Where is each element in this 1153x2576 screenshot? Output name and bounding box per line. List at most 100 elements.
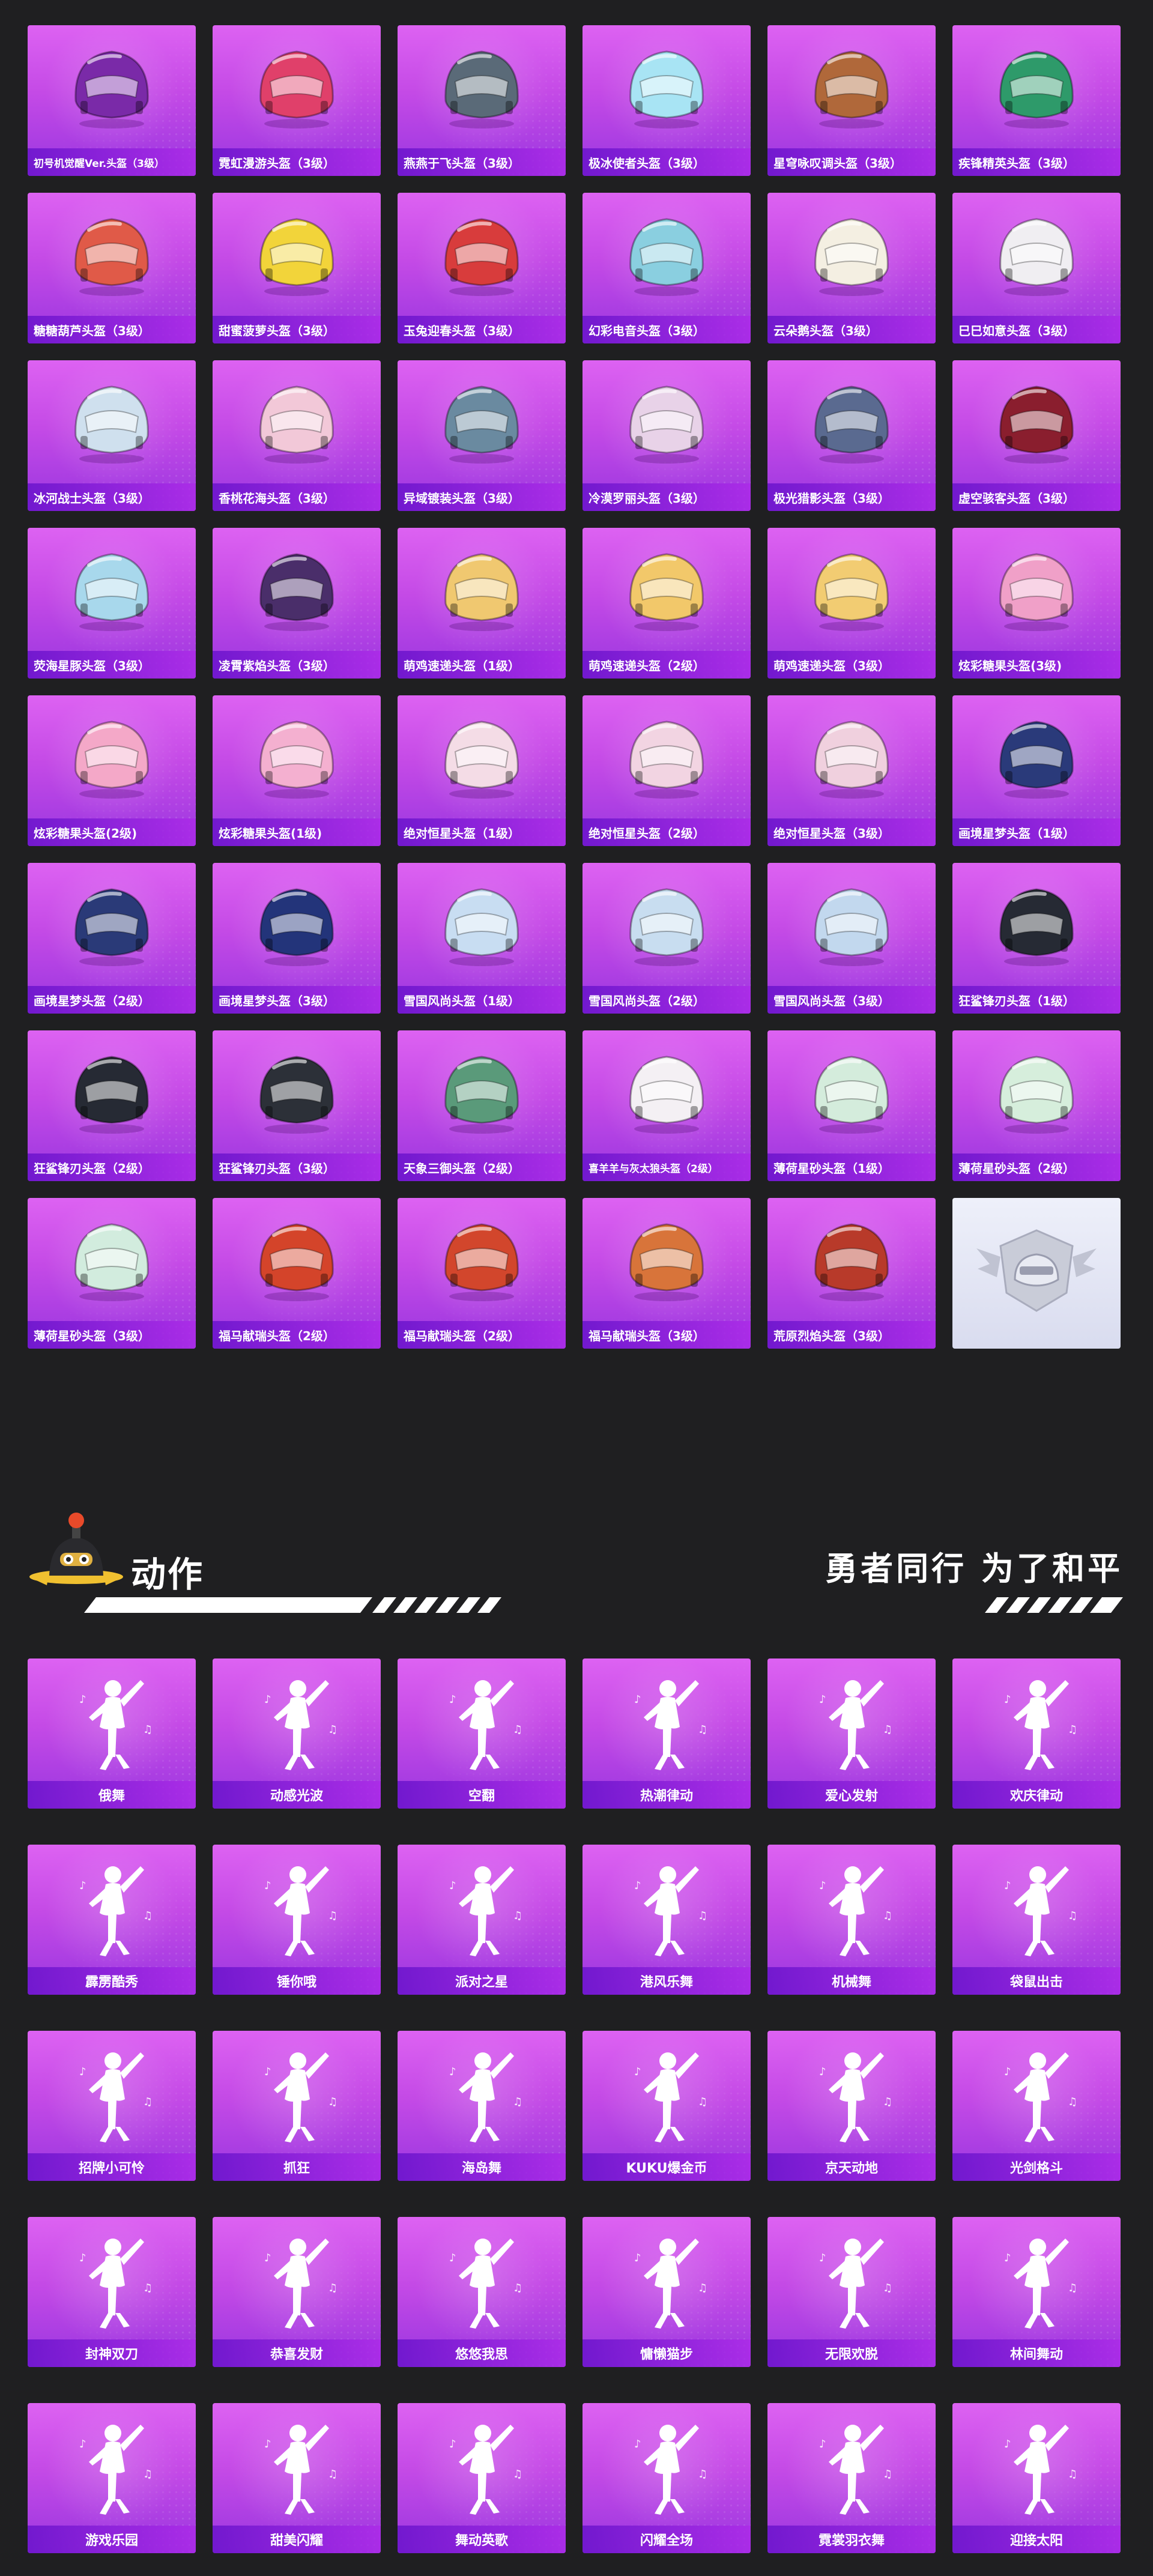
helmet-label: 星穹咏叹调头盔（3级） — [767, 148, 936, 176]
helmet-card[interactable]: 狂鲨锋刃头盔（2级） — [28, 1030, 196, 1181]
dancer-silhouette-icon: ♪♫ — [264, 1866, 337, 1956]
emote-card[interactable]: ♪ ♫ 热潮律动 — [583, 1658, 751, 1809]
helmet-card[interactable]: 雪国风尚头盔（3级） — [767, 863, 936, 1014]
helmet-card[interactable]: 疾锋精英头盔（3级） — [952, 25, 1121, 176]
helmet-label: 雪国风尚头盔（2级） — [583, 986, 751, 1014]
helmet-card[interactable]: 冷漠罗丽头盔（3级） — [583, 360, 751, 511]
helmet-card[interactable]: 炫彩糖果头盔(1级) — [213, 695, 381, 846]
emote-card[interactable]: ♪ ♫ 爱心发射 — [767, 1658, 936, 1809]
helmet-label: 虚空骇客头盔（3级） — [952, 483, 1121, 511]
helmet-label: 福马献瑞头盔（2级） — [398, 1321, 566, 1349]
emote-card[interactable]: ♪ ♫ 港风乐舞 — [583, 1845, 751, 1995]
helmet-card[interactable]: 福马献瑞头盔（2级） — [213, 1198, 381, 1349]
emote-card[interactable]: ♪ ♫ 迎接太阳 — [952, 2403, 1121, 2553]
helmet-card[interactable]: 星穹咏叹调头盔（3级） — [767, 25, 936, 176]
helmet-icon — [444, 50, 519, 128]
helmet-card[interactable]: 幻彩电音头盔（3级） — [583, 193, 751, 343]
helmet-label: 疾锋精英头盔（3级） — [952, 148, 1121, 176]
emote-card[interactable]: ♪ ♫ 派对之星 — [398, 1845, 566, 1995]
helmet-card[interactable]: 绝对恒星头盔（3级） — [767, 695, 936, 846]
helmet-card[interactable]: 天象三御头盔（2级） — [398, 1030, 566, 1181]
emote-card[interactable]: ♪ ♫ 抓狂 — [213, 2031, 381, 2181]
emote-card[interactable]: ♪ ♫ 俄舞 — [28, 1658, 196, 1809]
helmet-label: 萌鸡速递头盔（2级） — [583, 651, 751, 679]
emote-card[interactable]: ♪ ♫ KUKU爆金币 — [583, 2031, 751, 2181]
emote-card[interactable]: ♪ ♫ 林间舞动 — [952, 2217, 1121, 2367]
emote-card[interactable]: ♪ ♫ 光剑格斗 — [952, 2031, 1121, 2181]
emote-card[interactable]: ♪ ♫ 慵懒猫步 — [583, 2217, 751, 2367]
helmet-card[interactable]: 凌霄紫焰头盔（3级） — [213, 528, 381, 679]
svg-text:♪: ♪ — [634, 2252, 641, 2264]
helmet-card[interactable]: 福马献瑞头盔（2级） — [398, 1198, 566, 1349]
helmet-card[interactable]: 霓虹漫游头盔（3级） — [213, 25, 381, 176]
emote-card[interactable]: ♪ ♫ 甜美闪耀 — [213, 2403, 381, 2553]
helmet-card[interactable]: 狂鲨锋刃头盔（3级） — [213, 1030, 381, 1181]
helmet-card[interactable]: 异域镀装头盔（3级） — [398, 360, 566, 511]
dancer-silhouette-icon: ♪♫ — [264, 2425, 337, 2515]
helmet-card[interactable]: 荒原烈焰头盔（3级） — [767, 1198, 936, 1349]
helmet-card[interactable]: 萌鸡速递头盔（1级） — [398, 528, 566, 679]
helmet-card[interactable]: 香桃花海头盔（3级） — [213, 360, 381, 511]
helmet-card[interactable]: 云朵鹅头盔（3级） — [767, 193, 936, 343]
helmet-card[interactable]: 绝对恒星头盔（1级） — [398, 695, 566, 846]
helmet-card[interactable]: 萌鸡速递头盔（3级） — [767, 528, 936, 679]
svg-text:♫: ♫ — [883, 1909, 892, 1922]
helmet-card[interactable]: 玉兔迎春头盔（3级） — [398, 193, 566, 343]
emote-card[interactable]: ♪ ♫ 恭喜发财 — [213, 2217, 381, 2367]
helmet-label: 冰河战士头盔（3级） — [28, 483, 196, 511]
helmet-card[interactable]: 巳巳如意头盔（3级） — [952, 193, 1121, 343]
helmet-card[interactable]: 萌鸡速递头盔（2级） — [583, 528, 751, 679]
helmet-label: 狂鲨锋刃头盔（3级） — [213, 1153, 381, 1181]
helmet-label: 狂鲨锋刃头盔（1级） — [952, 986, 1121, 1014]
helmet-card[interactable]: 初号机觉醒Ver.头盔（3级） — [28, 25, 196, 176]
helmet-card[interactable]: 雪国风尚头盔（1级） — [398, 863, 566, 1014]
helmet-card[interactable]: 画境星梦头盔（3级） — [213, 863, 381, 1014]
helmet-icon — [74, 218, 149, 296]
helmet-card[interactable]: 薄荷星砂头盔（2级） — [952, 1030, 1121, 1181]
helmet-card[interactable]: 虚空骇客头盔（3级） — [952, 360, 1121, 511]
emote-card[interactable]: ♪ ♫ 动感光波 — [213, 1658, 381, 1809]
emote-card[interactable]: ♪ ♫ 锤你哦 — [213, 1845, 381, 1995]
helmet-card[interactable]: 薄荷星砂头盔（1级） — [767, 1030, 936, 1181]
emote-card[interactable]: ♪ ♫ 悠悠我思 — [398, 2217, 566, 2367]
helmet-card[interactable]: 福马献瑞头盔（3级） — [583, 1198, 751, 1349]
emote-card[interactable]: ♪ ♫ 游戏乐园 — [28, 2403, 196, 2553]
emote-card[interactable]: ♪ ♫ 海岛舞 — [398, 2031, 566, 2181]
helmet-card[interactable]: 画境星梦头盔（1级） — [952, 695, 1121, 846]
svg-text:♪: ♪ — [819, 1879, 826, 1892]
helmet-card[interactable]: 炫彩糖果头盔(2级) — [28, 695, 196, 846]
helmet-card[interactable]: 荧海星豚头盔（3级） — [28, 528, 196, 679]
emote-card[interactable]: ♪ ♫ 招牌小可怜 — [28, 2031, 196, 2181]
helmet-card[interactable]: 狂鲨锋刃头盔（1级） — [952, 863, 1121, 1014]
helmet-card[interactable]: 糖糖葫芦头盔（3级） — [28, 193, 196, 343]
helmet-card[interactable]: 极冰使者头盔（3级） — [583, 25, 751, 176]
helmet-card[interactable]: 喜羊羊与灰太狼头盔（2级） — [583, 1030, 751, 1181]
helmet-icon — [74, 553, 149, 631]
helmet-card[interactable]: 雪国风尚头盔（2级） — [583, 863, 751, 1014]
helmet-card[interactable]: 薄荷星砂头盔（3级） — [28, 1198, 196, 1349]
emote-card[interactable]: ♪ ♫ 欢庆律动 — [952, 1658, 1121, 1809]
helmet-card[interactable]: 绝对恒星头盔（2级） — [583, 695, 751, 846]
helmet-card[interactable]: 甜蜜菠萝头盔（3级） — [213, 193, 381, 343]
emote-card[interactable]: ♪ ♫ 霹雳酷秀 — [28, 1845, 196, 1995]
emote-card[interactable]: ♪ ♫ 霓裳羽衣舞 — [767, 2403, 936, 2553]
helmet-label: 狂鲨锋刃头盔（2级） — [28, 1153, 196, 1181]
helmet-card[interactable]: 冰河战士头盔（3级） — [28, 360, 196, 511]
helmet-card[interactable]: 极光猎影头盔（3级） — [767, 360, 936, 511]
svg-text:♫: ♫ — [698, 1723, 707, 1736]
emote-card[interactable]: ♪ ♫ 机械舞 — [767, 1845, 936, 1995]
helmet-label: 巳巳如意头盔（3级） — [952, 316, 1121, 343]
emote-card[interactable]: ♪ ♫ 无限欢脱 — [767, 2217, 936, 2367]
emote-card[interactable]: ♪ ♫ 京天动地 — [767, 2031, 936, 2181]
emote-card[interactable]: ♪ ♫ 封神双刀 — [28, 2217, 196, 2367]
helmet-card[interactable]: 燕燕于飞头盔（3级） — [398, 25, 566, 176]
dancer-silhouette-icon: ♪♫ — [449, 2239, 522, 2329]
helmet-card[interactable]: 画境星梦头盔（2级） — [28, 863, 196, 1014]
emote-card[interactable]: ♪ ♫ 闪耀全场 — [583, 2403, 751, 2553]
emote-card[interactable]: ♪ ♫ 袋鼠出击 — [952, 1845, 1121, 1995]
helmet-card[interactable]: 炫彩糖果头盔(3级) — [952, 528, 1121, 679]
helmet-label: 荒原烈焰头盔（3级） — [767, 1321, 936, 1349]
emote-card[interactable]: ♪ ♫ 舞动英歌 — [398, 2403, 566, 2553]
emote-label: 机械舞 — [767, 1967, 936, 1995]
emote-card[interactable]: ♪ ♫ 空翻 — [398, 1658, 566, 1809]
